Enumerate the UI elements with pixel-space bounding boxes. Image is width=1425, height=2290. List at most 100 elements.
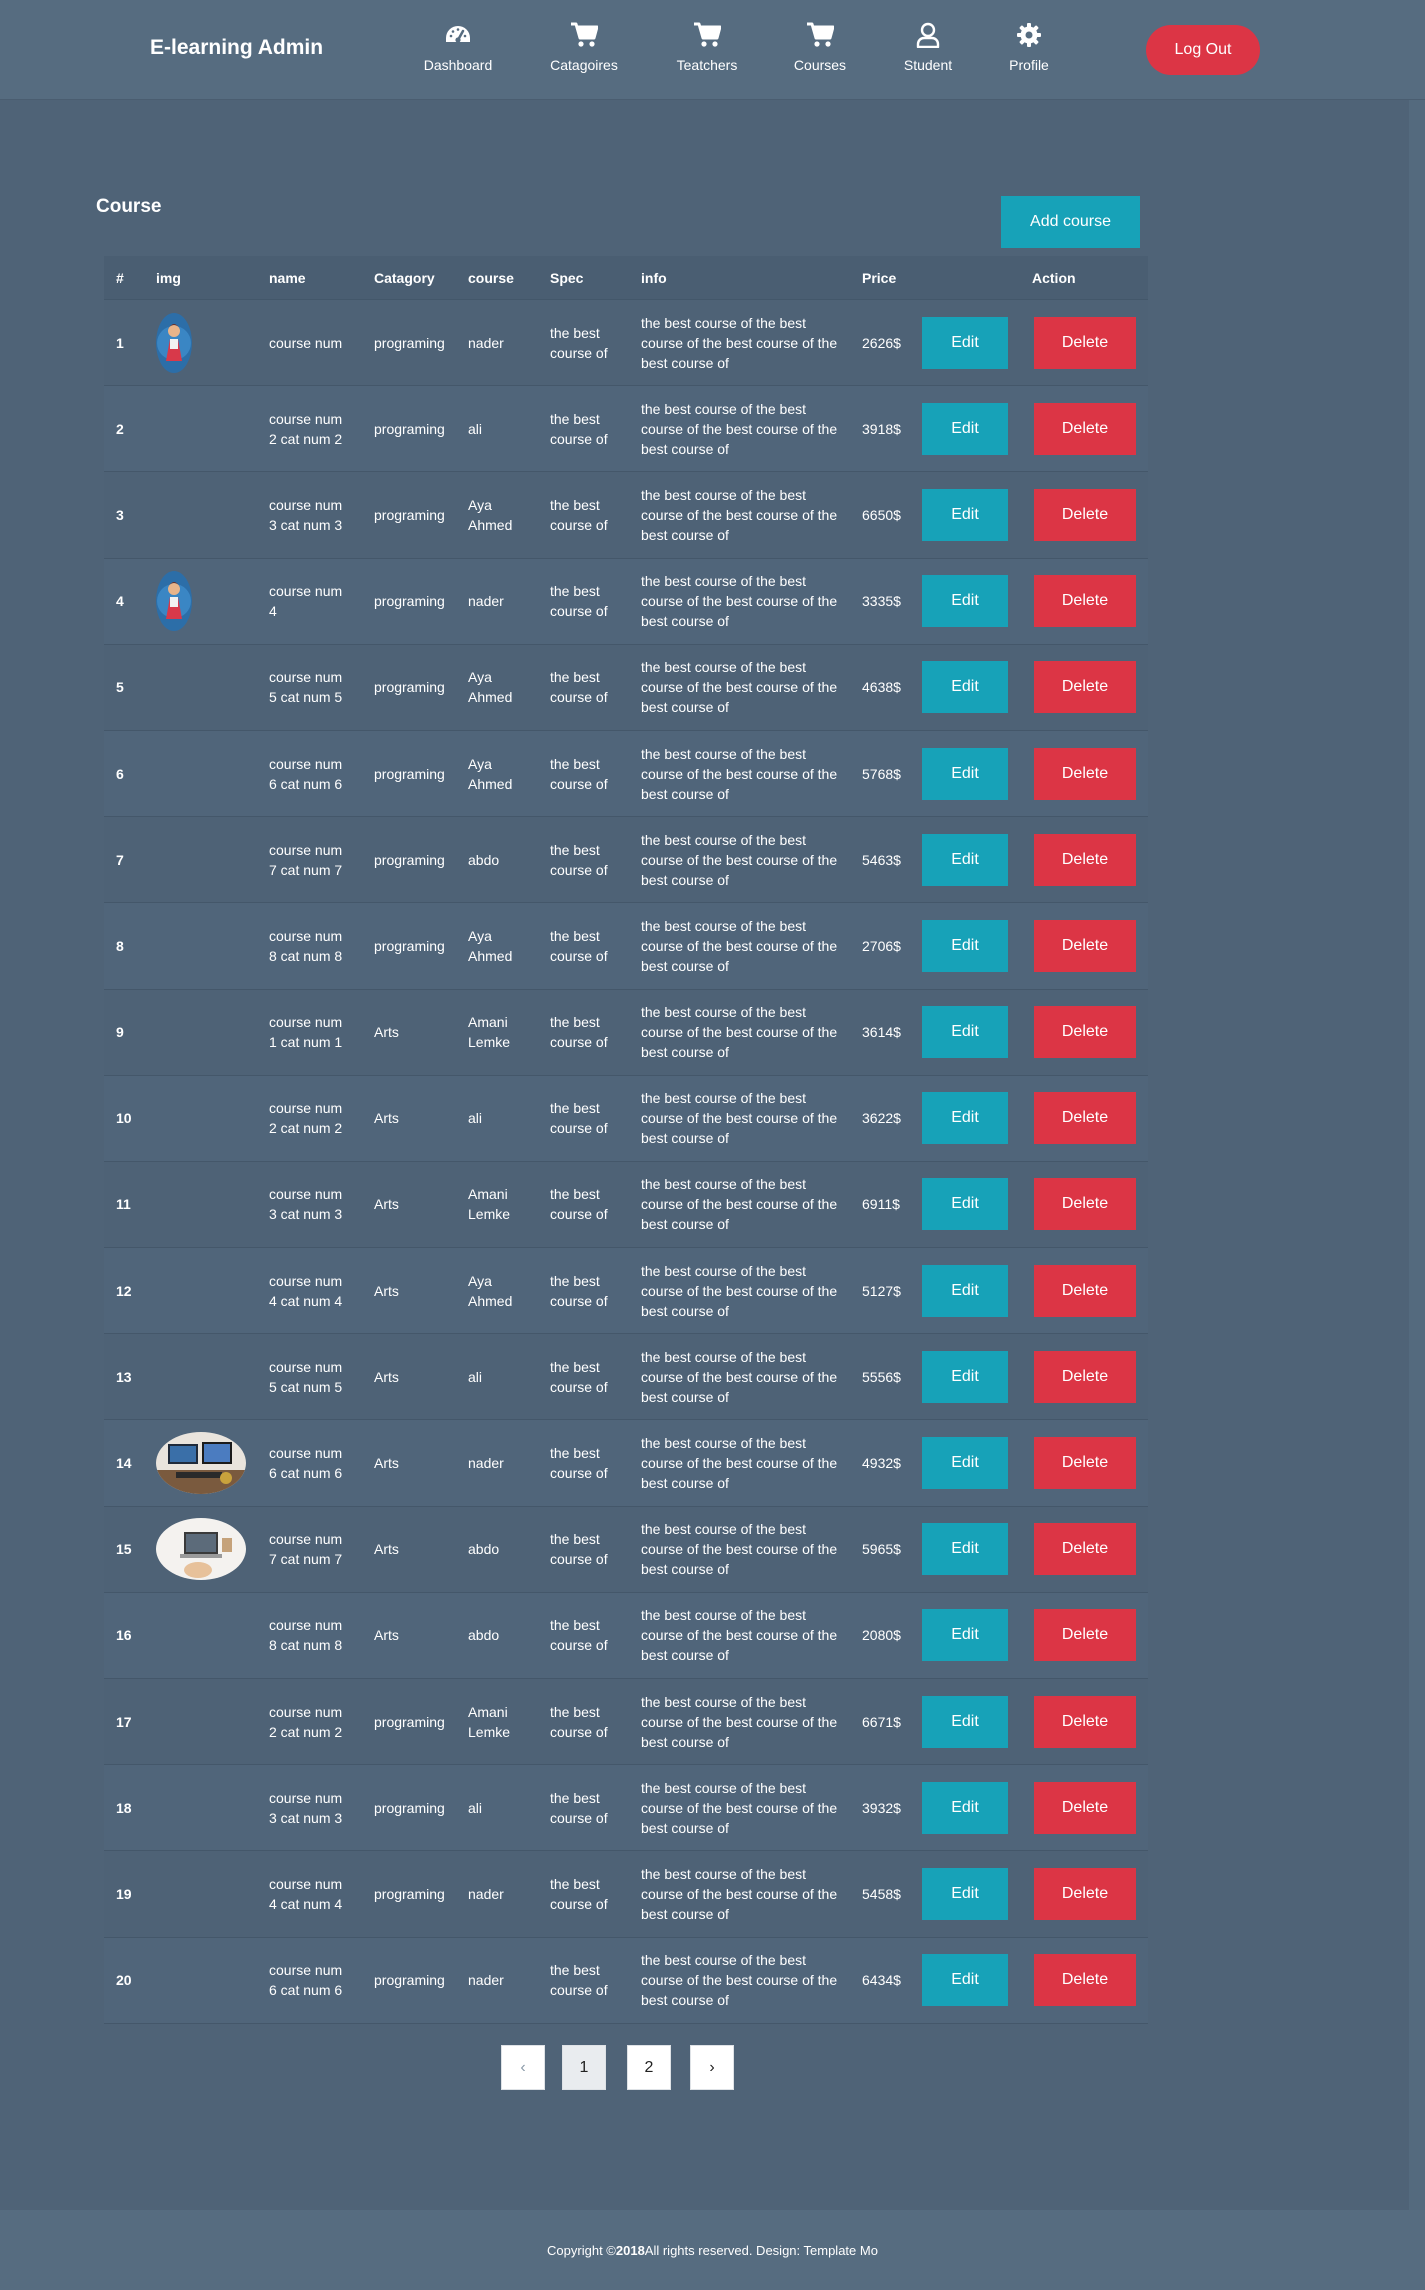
column-header-course: course <box>468 270 514 286</box>
nav-dashboard[interactable]: Dashboard <box>398 20 518 80</box>
course-thumbnail-image <box>156 312 192 373</box>
info-line: course of the best course of the <box>641 334 838 351</box>
edit-button[interactable]: Edit <box>922 1695 1008 1748</box>
delete-button[interactable]: Delete <box>1034 1523 1136 1576</box>
spec-line: course of <box>550 603 608 620</box>
edit-button[interactable]: Edit <box>922 1178 1008 1231</box>
logout-button[interactable]: Log Out <box>1146 25 1260 75</box>
edit-button[interactable]: Edit <box>922 1437 1008 1490</box>
delete-button[interactable]: Delete <box>1034 1867 1136 1920</box>
delete-button[interactable]: Delete <box>1034 402 1136 455</box>
edit-button[interactable]: Edit <box>922 1264 1008 1317</box>
delete-button[interactable]: Delete <box>1034 661 1136 714</box>
info-cell: the best course of the best course of the… <box>641 485 837 545</box>
edit-button[interactable]: Edit <box>922 1350 1008 1403</box>
add-course-button[interactable]: Add course <box>1001 196 1140 248</box>
spec-line: the best <box>550 755 600 772</box>
delete-button[interactable]: Delete <box>1034 833 1136 886</box>
info-cell: the best course of the best course of the… <box>641 1088 837 1148</box>
edit-button[interactable]: Edit <box>922 1523 1008 1576</box>
edit-button[interactable]: Edit <box>922 316 1008 369</box>
edit-button[interactable]: Edit <box>922 1781 1008 1834</box>
info-line: best course of <box>641 1561 729 1578</box>
delete-button[interactable]: Delete <box>1034 919 1136 972</box>
course-name-cell: course num 2 cat num 2 <box>269 1098 342 1138</box>
edit-button[interactable]: Edit <box>922 1954 1008 2007</box>
edit-button[interactable]: Edit <box>922 747 1008 800</box>
spec-line: the best <box>550 1358 600 1375</box>
info-line: best course of <box>641 699 729 716</box>
course-teacher-line: abdo <box>468 1627 500 1644</box>
price-cell: 5127$ <box>862 1282 901 1299</box>
spec-cell: the best course of <box>550 1874 608 1914</box>
catagory-cell: Arts <box>374 1196 399 1213</box>
table-row: 12 course num 4 cat num 4 Arts Aya Ahmed the b… <box>104 1248 1148 1335</box>
table-row: 5 course num 5 cat num 5 programing Aya Ahmed… <box>104 645 1148 731</box>
nav-profile[interactable]: Profile <box>969 20 1089 80</box>
edit-button[interactable]: Edit <box>922 833 1008 886</box>
delete-button[interactable]: Delete <box>1034 1178 1136 1231</box>
delete-button[interactable]: Delete <box>1034 575 1136 628</box>
edit-button[interactable]: Edit <box>922 919 1008 972</box>
course-teacher-line: ali <box>468 1110 483 1127</box>
info-cell: the best course of the best course of the… <box>641 744 837 804</box>
edit-button[interactable]: Edit <box>922 1006 1008 1059</box>
delete-button[interactable]: Delete <box>1034 1437 1136 1490</box>
delete-button[interactable]: Delete <box>1034 1092 1136 1145</box>
nav-teatchers[interactable]: Teatchers <box>647 20 767 80</box>
column-header-action: Action <box>1032 270 1076 286</box>
price-cell: 3614$ <box>862 1024 901 1041</box>
pagination-next-button[interactable]: › <box>690 2045 734 2090</box>
delete-button[interactable]: Delete <box>1034 1006 1136 1059</box>
info-line: best course of <box>641 613 729 630</box>
course-name-cell: course num 2 cat num 2 <box>269 1702 342 1742</box>
edit-button[interactable]: Edit <box>922 488 1008 541</box>
pagination-page-1[interactable]: 1 <box>562 2045 606 2090</box>
course-teacher-line: Aya <box>468 927 492 944</box>
nav-courses[interactable]: Courses <box>760 20 880 80</box>
delete-button[interactable]: Delete <box>1034 316 1136 369</box>
course-teacher-cell: Aya Ahmed <box>468 926 512 966</box>
catagory-cell: programing <box>374 1885 445 1902</box>
info-cell: the best course of the best course of the… <box>641 1347 837 1407</box>
nav-label: Profile <box>1009 57 1049 73</box>
spec-cell: the best course of <box>550 667 608 707</box>
column-header-img: img <box>156 270 181 286</box>
delete-button[interactable]: Delete <box>1034 1781 1136 1834</box>
table-row: 20 course num 6 cat num 6 programing nader th… <box>104 1937 1148 2024</box>
edit-button[interactable]: Edit <box>922 1092 1008 1145</box>
edit-button[interactable]: Edit <box>922 1867 1008 1920</box>
table-row: 4 course num 4 programing nader the best cours… <box>104 558 1148 645</box>
pagination-prev-button[interactable]: ‹ <box>501 2045 545 2090</box>
table-row: 9 course num 1 cat num 1 Arts Amani Lemke the … <box>104 990 1148 1076</box>
edit-button[interactable]: Edit <box>922 402 1008 455</box>
edit-button[interactable]: Edit <box>922 661 1008 714</box>
course-teacher-cell: ali <box>468 1367 482 1387</box>
edit-button[interactable]: Edit <box>922 575 1008 628</box>
info-cell: the best course of the best course of the… <box>641 830 837 890</box>
pagination-page-2[interactable]: 2 <box>627 2045 671 2090</box>
top-navbar: E-learning Admin Dashboard Catagoires Te… <box>0 0 1425 100</box>
course-name-line: 1 cat num 1 <box>269 1034 343 1051</box>
delete-button[interactable]: Delete <box>1034 1695 1136 1748</box>
course-teacher-line: Amani <box>468 1703 508 1720</box>
nav-catagoires[interactable]: Catagoires <box>524 20 644 80</box>
delete-button[interactable]: Delete <box>1034 1609 1136 1662</box>
spec-line: course of <box>550 1034 608 1051</box>
spec-line: the best <box>550 841 600 858</box>
info-line: best course of <box>641 1733 729 1750</box>
delete-button[interactable]: Delete <box>1034 488 1136 541</box>
edit-button[interactable]: Edit <box>922 1609 1008 1662</box>
delete-button[interactable]: Delete <box>1034 1350 1136 1403</box>
catagory-cell: programing <box>374 420 445 437</box>
footer-copyright-prefix: Copyright © <box>547 2242 616 2258</box>
scrollbar-track[interactable] <box>1409 0 1425 2290</box>
info-line: the best course of the best <box>641 1435 806 1452</box>
row-number: 2 <box>116 420 124 437</box>
delete-button[interactable]: Delete <box>1034 747 1136 800</box>
delete-button[interactable]: Delete <box>1034 1264 1136 1317</box>
delete-button[interactable]: Delete <box>1034 1954 1136 2007</box>
nav-label: Teatchers <box>676 57 738 73</box>
info-line: course of the best course of the <box>641 1110 838 1127</box>
spec-cell: the best course of <box>550 1529 608 1569</box>
